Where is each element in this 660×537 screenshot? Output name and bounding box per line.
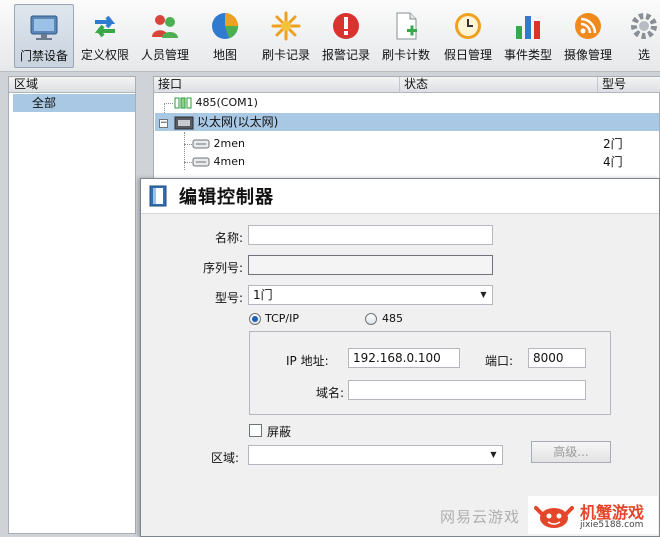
map-pie-icon bbox=[212, 13, 239, 39]
toolbar-label: 地图 bbox=[212, 48, 237, 62]
watermark-url: jixie5188.com bbox=[580, 520, 644, 530]
toolbar-map-button[interactable]: 地图 bbox=[200, 4, 250, 68]
toolbar-label: 定义权限 bbox=[80, 48, 129, 62]
dialog-title-bar: 编辑控制器 bbox=[141, 179, 659, 214]
chevron-down-icon: ▼ bbox=[480, 290, 487, 299]
tree-connector bbox=[184, 132, 185, 170]
toolbar-options-button[interactable]: 选 bbox=[624, 4, 660, 68]
serial-number-input[interactable] bbox=[248, 255, 493, 275]
ethernet-icon bbox=[174, 116, 193, 130]
tree-row-ethernet[interactable]: − 以太网(以太网) bbox=[155, 113, 659, 131]
toolbar-door-device-button[interactable]: 门禁设备 bbox=[14, 4, 74, 68]
radio-tcp-ip[interactable] bbox=[249, 313, 261, 325]
controller-device-icon bbox=[192, 139, 210, 149]
camera-rss-icon bbox=[575, 13, 601, 39]
controller-device-icon bbox=[192, 157, 210, 167]
toolbar-camera-button[interactable]: 摄像管理 bbox=[560, 4, 616, 68]
holiday-clock-icon bbox=[455, 13, 481, 39]
tree-row-485[interactable]: 485(COM1) bbox=[174, 94, 474, 112]
card-record-star-icon bbox=[271, 11, 301, 41]
tree-row-label: 485(COM1) bbox=[195, 96, 258, 109]
area-panel: 区域 全部 bbox=[8, 76, 136, 534]
ip-label: IP 地址: bbox=[286, 354, 329, 368]
area-header: 区域 bbox=[9, 77, 135, 93]
tree-connector bbox=[184, 162, 192, 163]
tree-row-4men[interactable]: 4men bbox=[192, 153, 652, 171]
toolbar-card-record-button[interactable]: 刷卡记录 bbox=[258, 4, 314, 68]
toolbar-label: 刷卡计数 bbox=[381, 48, 430, 62]
tree-row-2men[interactable]: 2men bbox=[192, 135, 652, 153]
area-label: 区域: bbox=[211, 451, 240, 465]
tree-expander[interactable]: − bbox=[159, 118, 168, 128]
advanced-button[interactable]: 高级... bbox=[531, 441, 611, 463]
chevron-down-icon: ▼ bbox=[490, 450, 497, 459]
radio-485[interactable] bbox=[365, 313, 377, 325]
ip-address-input[interactable]: 192.168.0.100 bbox=[348, 348, 460, 368]
toolbar-label: 报警记录 bbox=[321, 48, 370, 62]
tree-row-label: 2men bbox=[213, 137, 245, 150]
radio-485-label: 485 bbox=[382, 312, 403, 325]
name-label: 名称: bbox=[215, 231, 244, 245]
tree-row-label: 4men bbox=[213, 155, 245, 168]
watermark-logo: 机蟹游戏 jixie5188.com bbox=[528, 496, 658, 534]
toolbar-holiday-button[interactable]: 假日管理 bbox=[440, 4, 496, 68]
toolbar-alarm-record-button[interactable]: 报警记录 bbox=[318, 4, 374, 68]
model-select[interactable]: 1门 ▼ bbox=[248, 285, 493, 305]
tree-connector bbox=[164, 103, 173, 104]
port-input[interactable]: 8000 bbox=[528, 348, 586, 368]
toolbar-label: 假日管理 bbox=[443, 48, 492, 62]
main-toolbar: 门禁设备 定义权限 人员管理 地图 刷卡记录 报警记录 刷卡计数 假日管理 事件… bbox=[0, 0, 660, 72]
toolbar-define-permission-button[interactable]: 定义权限 bbox=[78, 4, 132, 68]
door-icon bbox=[149, 185, 167, 207]
toolbar-label: 事件类型 bbox=[503, 48, 552, 62]
tree-connector bbox=[184, 144, 192, 145]
people-icon bbox=[152, 15, 178, 38]
column-header-model[interactable]: 型号 bbox=[598, 77, 660, 93]
toolbar-label: 选 bbox=[637, 48, 650, 62]
tree-row-model: 4门 bbox=[603, 155, 623, 169]
card-count-doc-icon bbox=[396, 12, 417, 40]
alarm-exclamation-icon bbox=[333, 13, 359, 39]
crab-logo-icon bbox=[534, 506, 574, 528]
options-gear-icon bbox=[631, 13, 657, 39]
serial-label: 序列号: bbox=[203, 261, 244, 275]
edit-controller-dialog: 编辑控制器 名称: 序列号: 型号: 1门 ▼ TCP/IP 485 IP 地址… bbox=[140, 178, 660, 537]
model-label: 型号: bbox=[215, 291, 244, 305]
block-checkbox[interactable] bbox=[249, 424, 262, 437]
model-select-value: 1门 bbox=[253, 288, 273, 302]
toolbar-personnel-button[interactable]: 人员管理 bbox=[138, 4, 192, 68]
toolbar-card-count-button[interactable]: 刷卡计数 bbox=[378, 4, 434, 68]
toolbar-event-type-button[interactable]: 事件类型 bbox=[500, 4, 556, 68]
area-item-all[interactable]: 全部 bbox=[13, 94, 135, 112]
door-access-device-icon bbox=[30, 15, 58, 40]
toolbar-label: 摄像管理 bbox=[563, 48, 612, 62]
serial-port-icon bbox=[174, 97, 192, 109]
door-access-app: 门禁设备 定义权限 人员管理 地图 刷卡记录 报警记录 刷卡计数 假日管理 事件… bbox=[0, 0, 660, 537]
tcp-settings-group: IP 地址: 192.168.0.100 端口: 8000 域名: bbox=[249, 331, 611, 415]
watermark-text: 网易云游戏 bbox=[440, 508, 521, 526]
toolbar-label: 人员管理 bbox=[140, 48, 189, 62]
tree-row-label: 以太网(以太网) bbox=[197, 115, 279, 129]
column-header-port[interactable]: 接口 bbox=[154, 77, 400, 93]
radio-tcp-ip-label: TCP/IP bbox=[265, 312, 299, 325]
permission-arrows-icon bbox=[94, 15, 116, 38]
dialog-title: 编辑控制器 bbox=[179, 187, 274, 208]
port-label: 端口: bbox=[485, 354, 514, 368]
area-select[interactable]: ▼ bbox=[248, 445, 503, 465]
domain-label: 域名: bbox=[316, 386, 345, 400]
name-input[interactable] bbox=[248, 225, 493, 245]
toolbar-label: 门禁设备 bbox=[19, 49, 68, 63]
column-header-status[interactable]: 状态 bbox=[400, 77, 598, 93]
block-label: 屏蔽 bbox=[267, 425, 292, 439]
tree-row-model: 2门 bbox=[603, 137, 623, 151]
event-bars-icon bbox=[516, 16, 540, 39]
toolbar-label: 刷卡记录 bbox=[261, 48, 310, 62]
domain-input[interactable] bbox=[348, 380, 586, 400]
